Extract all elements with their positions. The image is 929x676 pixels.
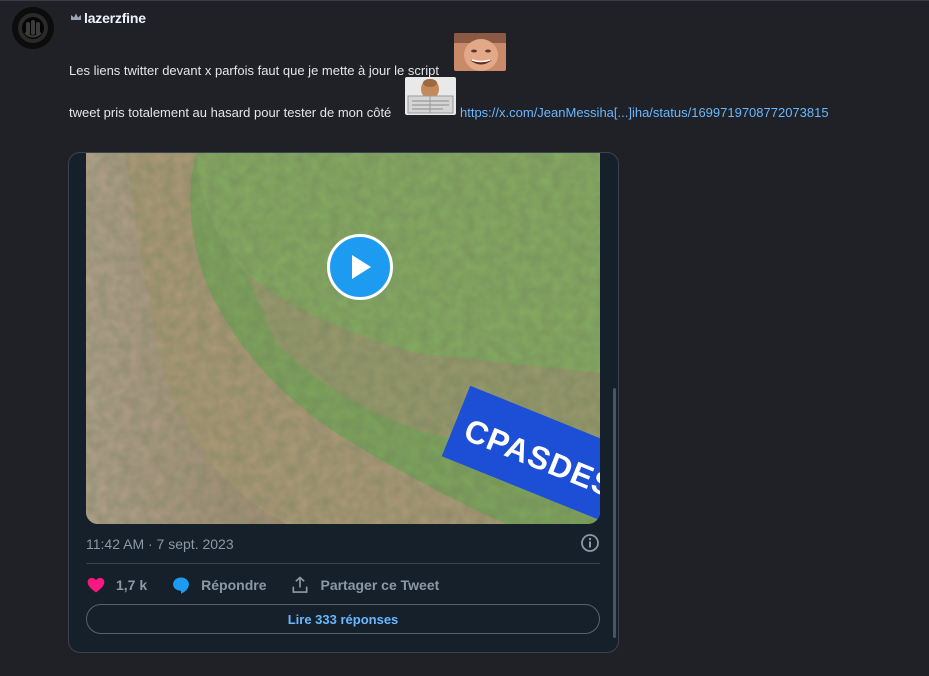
top-divider [0, 0, 929, 1]
share-button[interactable]: Partager ce Tweet [290, 575, 439, 595]
video-thumbnail[interactable]: CPASDES [86, 153, 600, 524]
laughing-man-emoji [454, 33, 506, 71]
crown-icon [70, 9, 82, 27]
newspaper-reader-emoji [405, 77, 456, 115]
reply-button[interactable]: Répondre [171, 575, 266, 595]
message-text-line-1: Les liens twitter devant x parfois faut … [69, 63, 439, 78]
heart-icon [87, 577, 105, 593]
like-count: 1,7 k [116, 577, 148, 593]
like-button[interactable]: 1,7 k [86, 575, 147, 595]
author-name[interactable]: lazerzfine [84, 10, 146, 26]
tweet-link[interactable]: https://x.com/JeanMessiha[...]iha/status… [460, 105, 829, 120]
read-replies-button[interactable]: Lire 333 réponses [86, 604, 600, 634]
avatar[interactable] [12, 7, 54, 49]
share-icon [292, 576, 308, 593]
info-icon[interactable] [580, 533, 600, 553]
tweet-actions: 1,7 k Répondre Partager ce Tweet [86, 573, 463, 597]
reply-label: Répondre [201, 577, 267, 593]
tweet-embed: CPASDES 11:42 AM · 7 sept. 2023 1,7 k Ré… [68, 152, 619, 653]
message-author[interactable]: lazerzfine [70, 9, 146, 27]
share-label: Partager ce Tweet [320, 577, 440, 593]
tweet-timestamp[interactable]: 11:42 AM · 7 sept. 2023 [86, 536, 234, 552]
embed-divider [86, 563, 600, 564]
play-button[interactable] [327, 234, 393, 300]
reply-icon [173, 577, 190, 594]
message-text-line-2: tweet pris totalement au hasard pour tes… [69, 105, 392, 120]
play-icon [352, 255, 371, 279]
embed-scrollbar[interactable] [613, 388, 616, 638]
